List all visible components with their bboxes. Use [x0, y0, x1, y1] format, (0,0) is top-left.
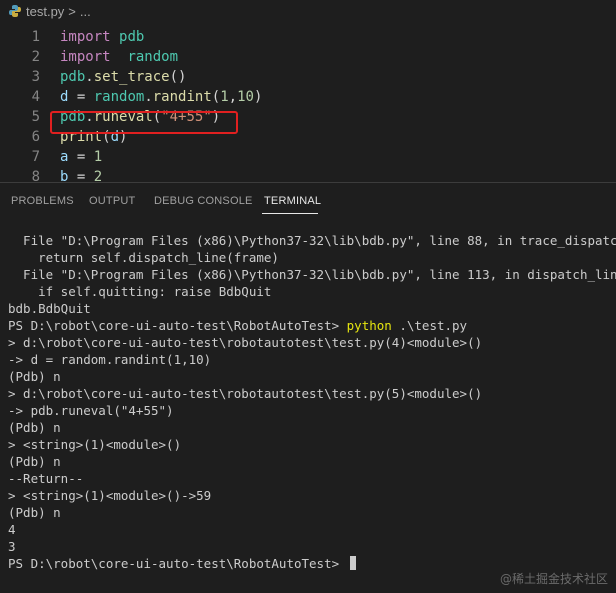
terminal[interactable]: File "D:\Program Files (x86)\Python37-32… [0, 218, 616, 593]
line-number: 1 [31, 29, 40, 45]
line-number: 6 [31, 129, 40, 145]
terminal-prompt: PS D:\robot\core-ui-auto-test\RobotAutoT… [8, 556, 347, 571]
terminal-line: File "D:\Program Files (x86)\Python37-32… [8, 233, 616, 248]
code-token: () [169, 69, 187, 85]
highlight-annotation-box [50, 111, 238, 134]
breadcrumb-file[interactable]: test.py [26, 4, 64, 19]
code-text: a = 1 [60, 149, 102, 165]
code-token: random [127, 49, 179, 65]
code-token: pdb [119, 29, 145, 45]
terminal-line: -> pdb.runeval("4+55") [8, 403, 174, 418]
terminal-prompt: PS D:\robot\core-ui-auto-test\RobotAutoT… [8, 318, 347, 333]
code-line[interactable]: 1 import pdb [0, 27, 616, 47]
code-text: b = 2 [60, 169, 102, 182]
code-token: 2 [93, 169, 103, 182]
code-token: import [60, 49, 111, 65]
terminal-line: -> d = random.randint(1,10) [8, 352, 212, 367]
code-token: set_trace [93, 69, 170, 85]
code-token: , [228, 89, 238, 105]
code-editor[interactable]: 1 import pdb 2 import random 3 pdb.set_trace(… [0, 22, 616, 182]
breadcrumb: test.py > ... [0, 0, 616, 22]
code-line[interactable]: 2 import random [0, 47, 616, 67]
line-number: 8 [31, 169, 40, 182]
code-text: pdb.set_trace() [60, 69, 186, 85]
code-token: 1 [93, 149, 103, 165]
terminal-line: --Return-- [8, 471, 84, 486]
watermark: @稀土掘金技术社区 [499, 572, 608, 586]
terminal-line: (Pdb) n [8, 454, 61, 469]
python-file-icon [9, 5, 21, 17]
line-number: 2 [31, 49, 40, 65]
panel-tab-bar: PROBLEMS OUTPUT DEBUG CONSOLE TERMINAL [0, 183, 616, 218]
code-token: ( [211, 89, 221, 105]
terminal-cursor [349, 556, 356, 570]
terminal-command-line: PS D:\robot\core-ui-auto-test\RobotAutoT… [8, 317, 467, 334]
code-token: import [60, 29, 111, 45]
terminal-line: if self.quitting: raise BdbQuit [8, 284, 272, 299]
line-number: 3 [31, 69, 40, 85]
terminal-line: 3 [8, 539, 16, 554]
code-token: = [68, 169, 94, 182]
terminal-line: > <string>(1)<module>()->59 [8, 488, 212, 503]
terminal-command-args: .\test.py [391, 318, 468, 333]
code-text: d = random.randint(1,10) [60, 89, 262, 105]
code-token: . [85, 69, 94, 85]
code-token: = [68, 89, 94, 105]
code-token: ) [253, 89, 263, 105]
terminal-line: > d:\robot\core-ui-auto-test\robotautote… [8, 386, 483, 401]
terminal-line: File "D:\Program Files (x86)\Python37-32… [8, 267, 616, 282]
code-line[interactable]: 4 d = random.randint(1,10) [0, 87, 616, 107]
terminal-command: python [346, 318, 392, 333]
terminal-line: (Pdb) n [8, 369, 61, 384]
code-token: 10 [237, 89, 254, 105]
tab-debug-console[interactable]: DEBUG CONSOLE [154, 195, 253, 207]
code-token: random [93, 89, 145, 105]
tab-terminal[interactable]: TERMINAL [264, 195, 321, 207]
code-token: randint [152, 89, 212, 105]
tab-output[interactable]: OUTPUT [89, 195, 135, 207]
code-line[interactable]: 7 a = 1 [0, 147, 616, 167]
code-line[interactable]: 3 pdb.set_trace() [0, 67, 616, 87]
code-token: = [68, 149, 94, 165]
tab-problems[interactable]: PROBLEMS [11, 195, 74, 207]
code-text: import random [60, 49, 178, 65]
breadcrumb-rest[interactable]: ... [80, 4, 91, 19]
active-tab-indicator [262, 213, 318, 214]
code-token: . [144, 89, 153, 105]
terminal-line: return self.dispatch_line(frame) [8, 250, 279, 265]
terminal-line: bdb.BdbQuit [8, 301, 91, 316]
chevron-right-icon: > [68, 3, 76, 19]
terminal-final-prompt-line[interactable]: PS D:\robot\core-ui-auto-test\RobotAutoT… [8, 555, 356, 572]
code-line[interactable]: 8 b = 2 [0, 167, 616, 182]
line-number: 4 [31, 89, 40, 105]
terminal-line: 4 [8, 522, 16, 537]
terminal-line: (Pdb) n [8, 505, 61, 520]
terminal-line: > d:\robot\core-ui-auto-test\robotautote… [8, 335, 483, 350]
code-text: import pdb [60, 29, 144, 45]
code-token: pdb [60, 69, 86, 85]
line-number: 5 [31, 109, 40, 125]
terminal-line: (Pdb) n [8, 420, 61, 435]
code-token: 1 [220, 89, 229, 105]
terminal-line: > <string>(1)<module>() [8, 437, 182, 452]
line-number: 7 [31, 149, 40, 165]
